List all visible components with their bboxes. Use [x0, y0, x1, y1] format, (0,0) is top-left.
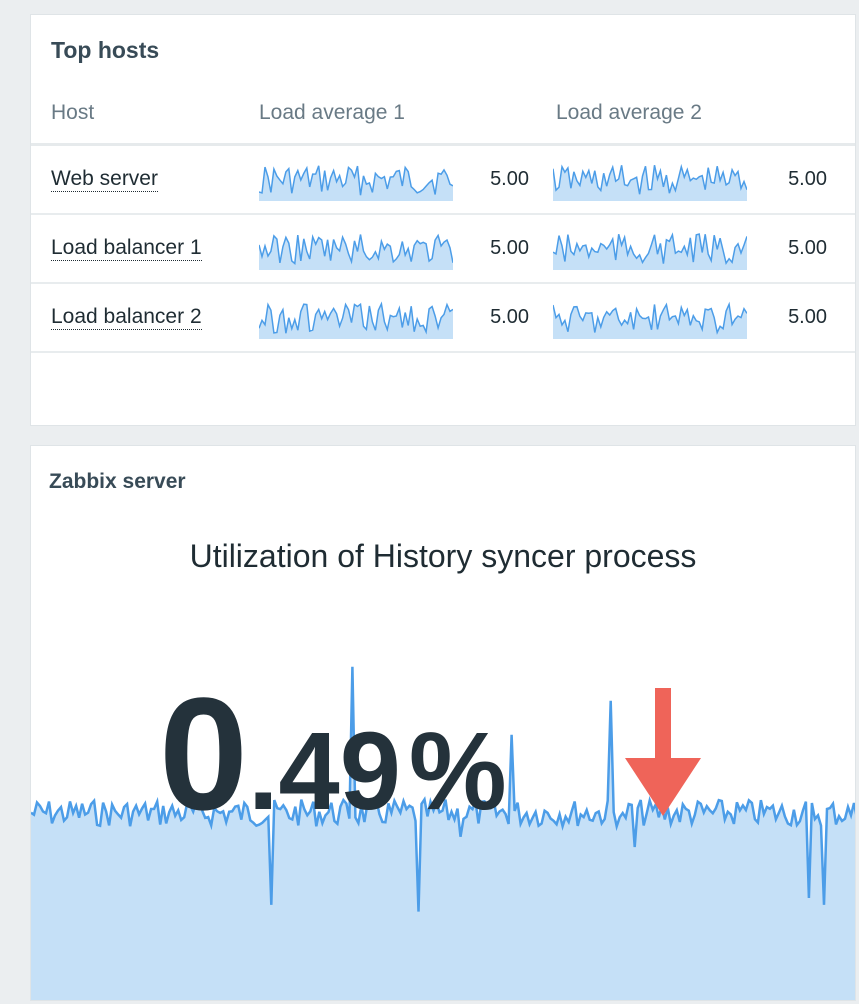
host-link-load-balancer-2[interactable]: Load balancer 2 [51, 305, 202, 330]
table-row: Load balancer 1 5.00 5.00 [31, 215, 855, 284]
load-average-2-value: 5.00 [788, 168, 827, 190]
sparkline [553, 232, 747, 270]
host-link-load-balancer-1[interactable]: Load balancer 1 [51, 236, 202, 261]
column-header-load-average-1: Load average 1 [259, 101, 405, 124]
column-header-load-average-2: Load average 2 [556, 101, 702, 124]
item-description: Utilization of History syncer process [189, 538, 697, 574]
sparkline [553, 163, 747, 201]
value-units: % [408, 710, 507, 833]
widget-title: Top hosts [51, 37, 160, 63]
load-average-1-value: 5.00 [490, 237, 529, 259]
sparkline-area [553, 234, 747, 270]
value-decimal: .49 [247, 710, 401, 833]
sparkline [553, 301, 747, 339]
sparkline [259, 301, 453, 339]
sparkline [259, 233, 453, 270]
top-hosts-widget: Top hosts Host Load average 1 Load avera… [30, 14, 856, 426]
item-value-widget: Zabbix server Utilization of History syn… [30, 445, 856, 1001]
load-average-1-value: 5.00 [490, 168, 529, 190]
item-value: 0.49% [159, 674, 507, 834]
widget-title: Zabbix server [49, 470, 186, 493]
arrow-down-icon [625, 688, 701, 816]
load-average-2-value: 5.00 [788, 306, 827, 328]
value-integer: 0 [159, 664, 248, 843]
sparkline-area [259, 234, 453, 270]
host-link-web-server[interactable]: Web server [51, 167, 158, 192]
sparkline [259, 165, 453, 201]
table-row: Web server 5.00 5.00 [31, 146, 855, 215]
column-header-host: Host [51, 101, 95, 124]
load-average-2-value: 5.00 [788, 237, 827, 259]
load-average-1-value: 5.00 [490, 306, 529, 328]
table-row: Load balancer 2 5.00 5.00 [31, 284, 855, 353]
